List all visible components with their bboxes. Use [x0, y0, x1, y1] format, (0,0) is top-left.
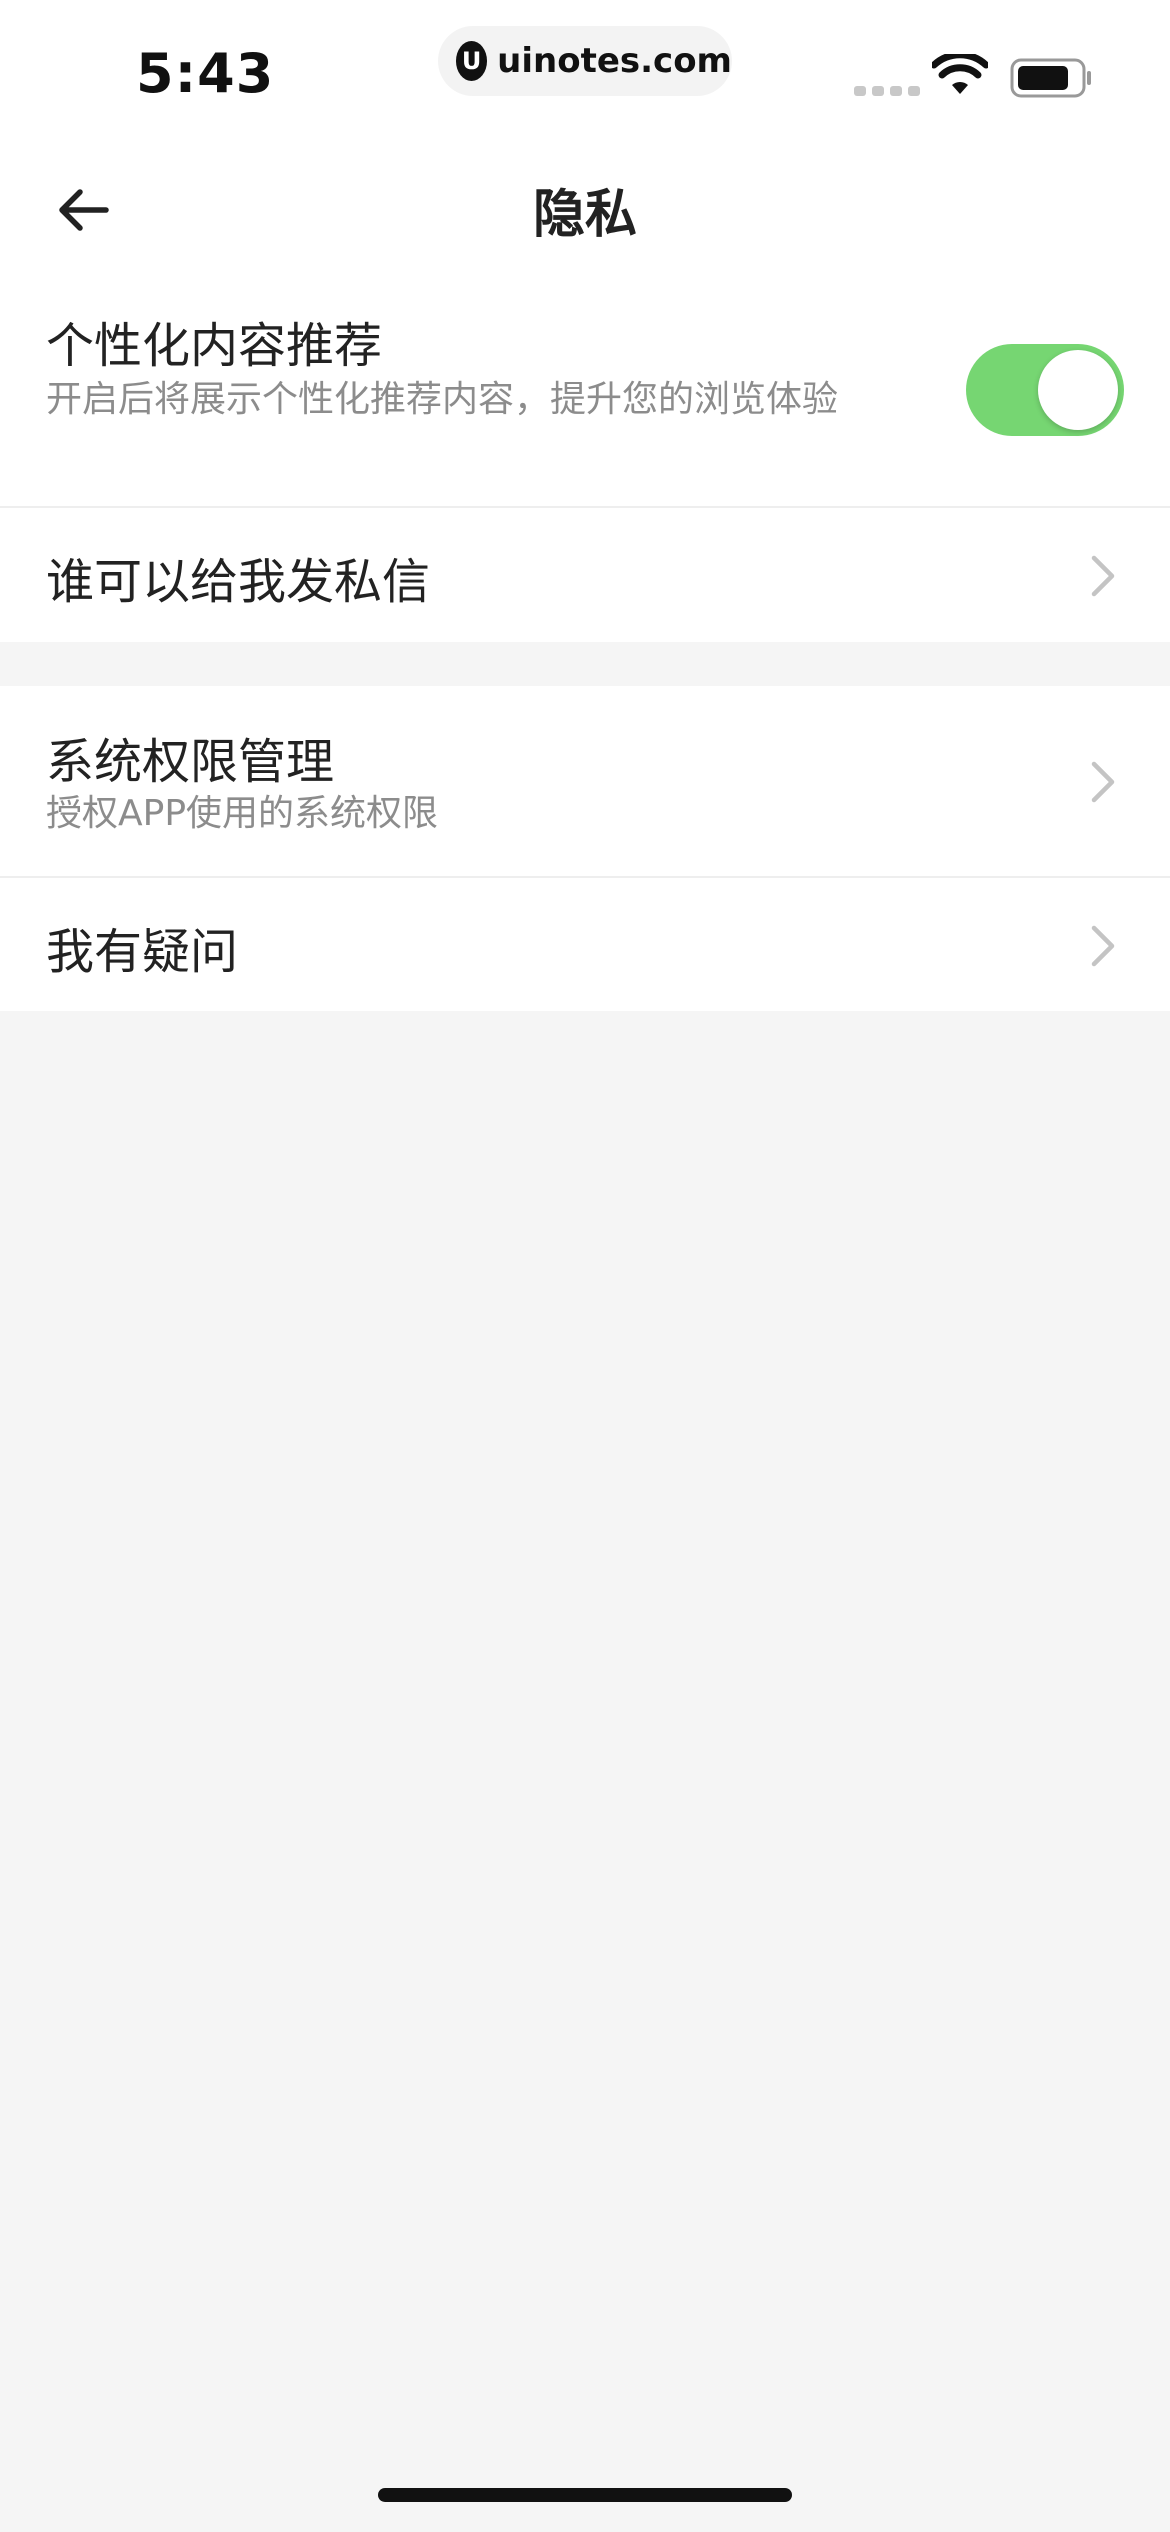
toggle-knob	[1038, 350, 1118, 430]
settings-group-permissions: 系统权限管理 授权APP使用的系统权限 我有疑问	[0, 686, 1170, 1011]
url-pill[interactable]: U uinotes.com	[438, 26, 732, 96]
personalized-recommendation-row: 个性化内容推荐 开启后将展示个性化推荐内容，提升您的浏览体验	[0, 270, 1170, 506]
system-permissions-row[interactable]: 系统权限管理 授权APP使用的系统权限	[0, 686, 1170, 876]
cellular-signal-icon	[854, 86, 920, 96]
status-time: 5:43	[136, 42, 275, 105]
personalized-recommendation-title: 个性化内容推荐	[46, 318, 383, 374]
chevron-right-icon	[1091, 555, 1115, 597]
private-message-row[interactable]: 谁可以给我发私信	[0, 508, 1170, 642]
navigation-bar: 隐私	[0, 150, 1170, 270]
chevron-right-icon	[1091, 925, 1115, 967]
system-permissions-subtitle: 授权APP使用的系统权限	[46, 793, 439, 834]
faq-row[interactable]: 我有疑问	[0, 878, 1170, 1011]
wifi-icon	[932, 54, 988, 94]
chevron-right-icon	[1091, 761, 1115, 803]
personalized-recommendation-subtitle: 开启后将展示个性化推荐内容，提升您的浏览体验	[46, 379, 839, 420]
private-message-title: 谁可以给我发私信	[46, 554, 431, 610]
home-indicator[interactable]	[378, 2488, 792, 2502]
battery-icon	[1010, 58, 1091, 98]
privacy-settings-screen: 5:43 U uinotes.com 隐私 个性化内容推荐 开启后将展示个性化推…	[0, 0, 1170, 2532]
system-permissions-title: 系统权限管理	[46, 734, 335, 790]
faq-title: 我有疑问	[46, 924, 239, 980]
site-logo-icon: U	[456, 41, 488, 81]
url-text: uinotes.com	[497, 41, 732, 81]
personalized-recommendation-toggle[interactable]	[966, 344, 1124, 436]
status-bar: 5:43 U uinotes.com	[0, 0, 1170, 150]
settings-group-content: 个性化内容推荐 开启后将展示个性化推荐内容，提升您的浏览体验 谁可以给我发私信	[0, 270, 1170, 642]
page-title: 隐私	[532, 185, 637, 245]
